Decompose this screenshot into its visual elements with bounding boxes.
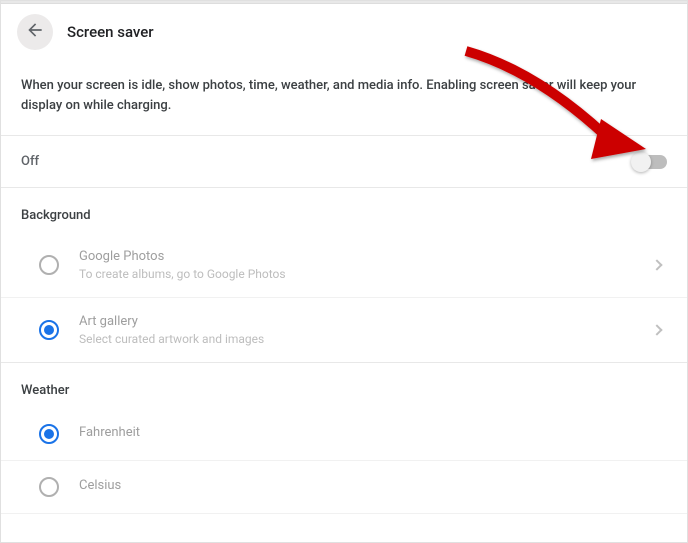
option-subtitle: Select curated artwork and images <box>79 332 633 346</box>
radio-celsius[interactable] <box>39 477 59 497</box>
option-title: Art gallery <box>79 314 633 329</box>
weather-option-celsius[interactable]: Celsius <box>1 461 687 514</box>
background-option-art-gallery[interactable]: Art gallery Select curated artwork and i… <box>1 298 687 363</box>
arrow-left-icon <box>25 20 45 44</box>
chevron-right-icon <box>651 324 662 335</box>
page-description: When your screen is idle, show photos, t… <box>1 60 687 135</box>
toggle-switch[interactable] <box>633 155 667 169</box>
background-section-label: Background <box>1 188 687 233</box>
option-text: Fahrenheit <box>79 425 667 443</box>
option-title: Celsius <box>79 478 667 493</box>
option-text: Celsius <box>79 478 667 496</box>
radio-google-photos[interactable] <box>39 255 59 275</box>
radio-art-gallery[interactable] <box>39 320 59 340</box>
chevron-right-icon <box>651 259 662 270</box>
option-text: Art gallery Select curated artwork and i… <box>79 314 633 346</box>
page-title: Screen saver <box>67 23 154 41</box>
header-bar: Screen saver <box>1 4 687 60</box>
screen-saver-toggle-row[interactable]: Off <box>1 135 687 188</box>
weather-option-fahrenheit[interactable]: Fahrenheit <box>1 408 687 461</box>
option-text: Google Photos To create albums, go to Go… <box>79 249 633 281</box>
option-title: Google Photos <box>79 249 633 264</box>
weather-section-label: Weather <box>1 363 687 408</box>
background-option-google-photos[interactable]: Google Photos To create albums, go to Go… <box>1 233 687 298</box>
radio-fahrenheit[interactable] <box>39 424 59 444</box>
option-title: Fahrenheit <box>79 425 667 440</box>
toggle-label: Off <box>21 154 39 169</box>
back-button[interactable] <box>17 14 53 50</box>
option-subtitle: To create albums, go to Google Photos <box>79 267 633 281</box>
